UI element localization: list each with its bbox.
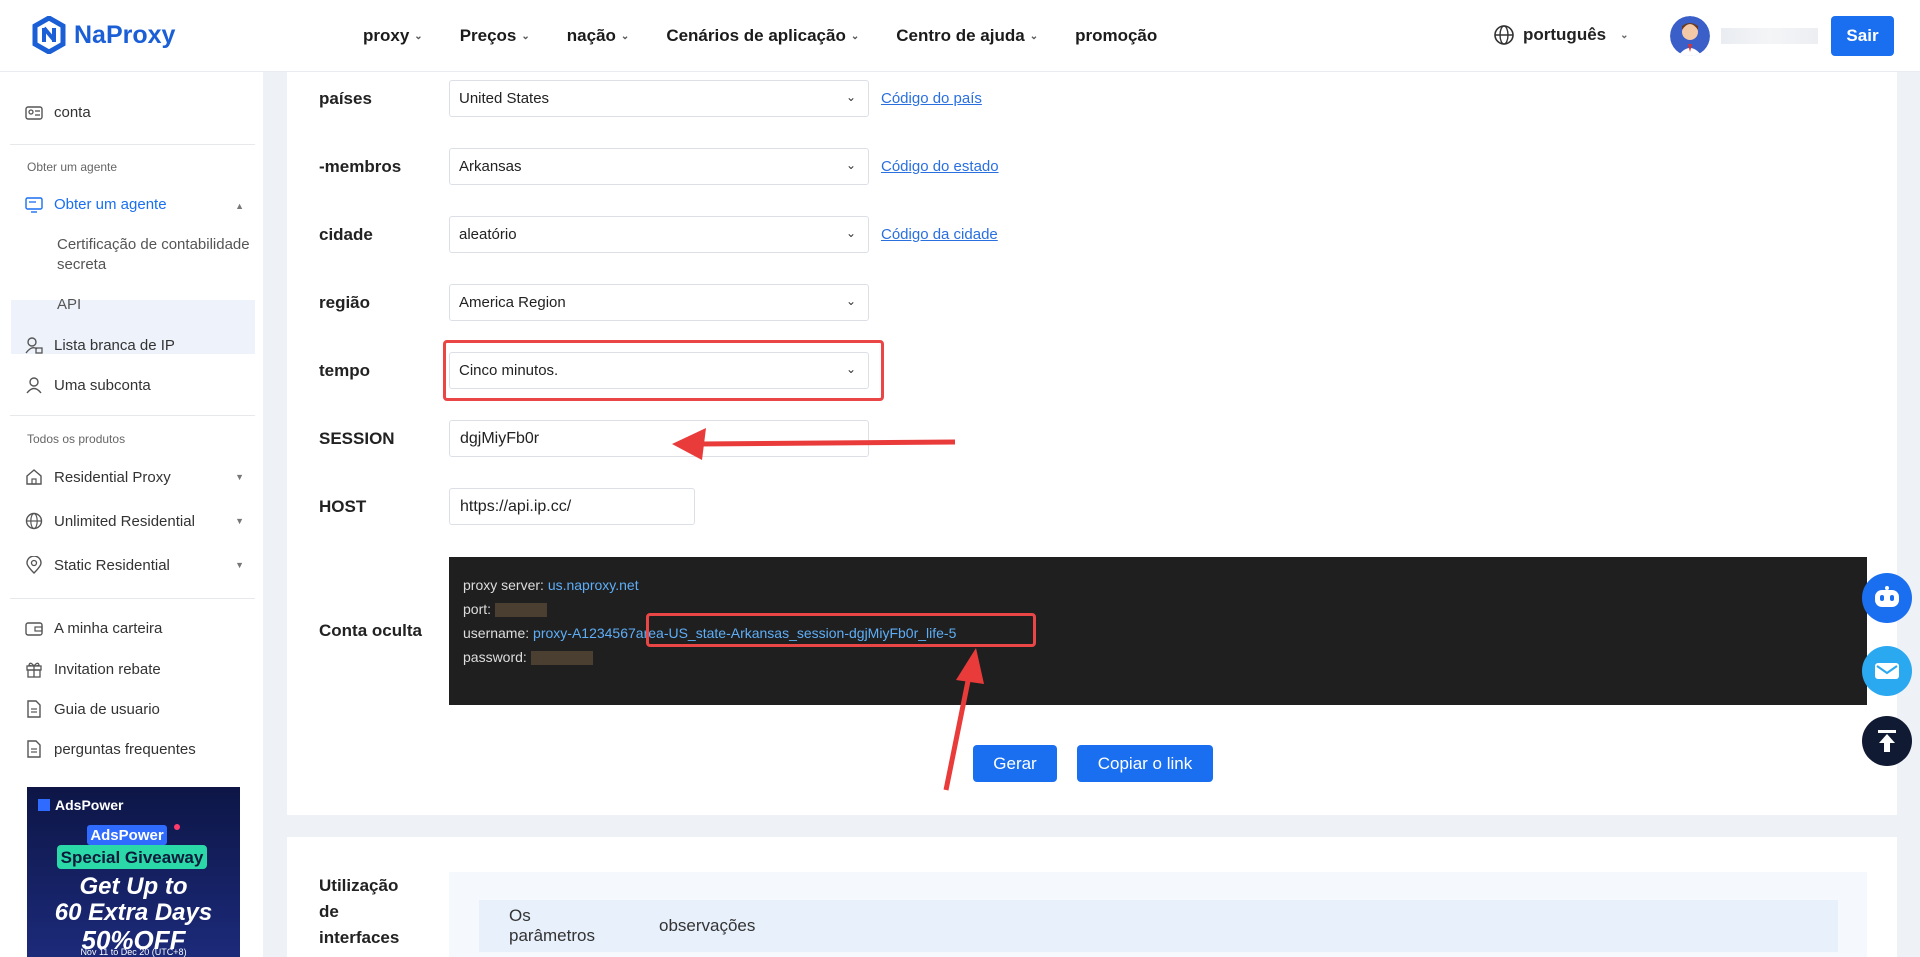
arrow-to-username-head: [956, 648, 984, 684]
column-header-notes: observações: [659, 916, 756, 935]
interface-usage-label: Utilização de interfaces: [319, 873, 399, 951]
scroll-top-button[interactable]: [1862, 716, 1912, 766]
column-header-line: parâmetros: [509, 926, 595, 945]
mail-icon: [1875, 663, 1899, 679]
arrow-to-session-line: [699, 439, 956, 447]
chat-robot-button[interactable]: [1862, 573, 1912, 623]
arrow-to-session-head: [672, 428, 706, 460]
arrow-up-icon: [1878, 730, 1896, 752]
email-button[interactable]: [1862, 646, 1912, 696]
usage-label-line: Utilização: [319, 876, 399, 895]
column-header-params: Os parâmetros: [509, 906, 595, 946]
copy-link-button[interactable]: Copiar o link: [1077, 745, 1213, 782]
annotation-arrows: [672, 428, 984, 791]
generate-button[interactable]: Gerar: [973, 745, 1057, 782]
usage-label-line: interfaces: [319, 928, 400, 947]
usage-label-line: de: [319, 902, 339, 921]
arrow-to-username-line: [943, 675, 972, 791]
column-header-line: Os: [509, 906, 531, 925]
robot-icon: [1875, 586, 1899, 607]
